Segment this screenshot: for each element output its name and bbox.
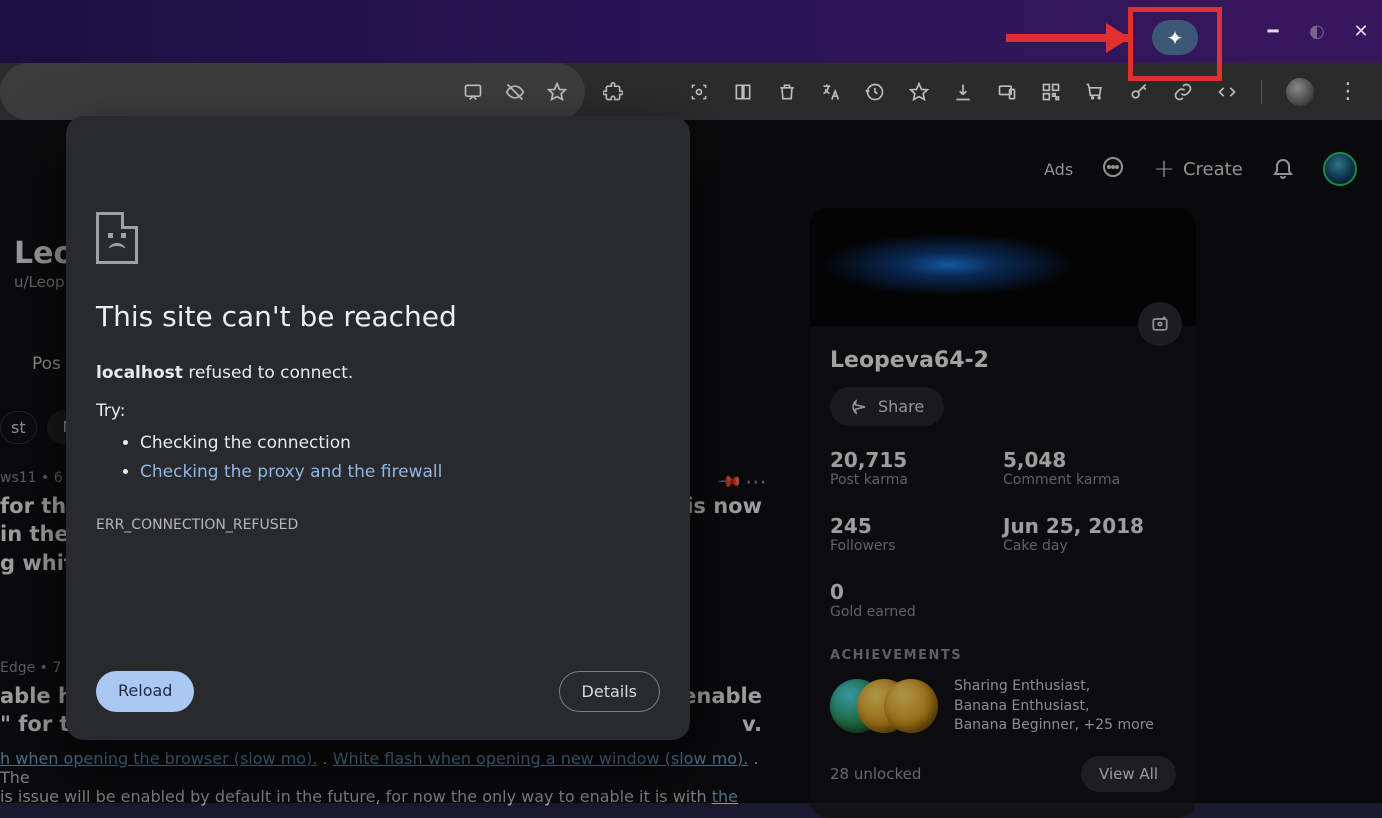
stat-followers: 245 Followers: [830, 514, 1003, 554]
achievements-header: ACHIEVEMENTS: [830, 648, 1176, 663]
stat-cake-day: Jun 25, 2018 Cake day: [1003, 514, 1176, 554]
code-icon[interactable]: [1217, 82, 1237, 102]
minimize-icon[interactable]: ━: [1264, 22, 1282, 40]
devices-icon[interactable]: [997, 82, 1017, 102]
cart-icon[interactable]: [1085, 82, 1105, 102]
error-suggestions: Checking the connection Checking the pro…: [140, 429, 660, 487]
error-heading: This site can't be reached: [96, 300, 660, 333]
toolbar-actions: ⋮: [603, 78, 1358, 106]
error-message: localhost refused to connect.: [96, 363, 660, 383]
ads-badge[interactable]: Ads: [1044, 160, 1073, 179]
stat-post-karma: 20,715 Post karma: [830, 448, 1003, 488]
achievement-badges: [830, 679, 938, 733]
site-top-actions: Ads +Create: [1044, 152, 1357, 186]
error-suggestion: Checking the proxy and the firewall: [140, 458, 660, 487]
post-link[interactable]: h when opening the browser (slow mo).: [0, 749, 317, 768]
share-button[interactable]: Share: [830, 387, 944, 426]
cast-icon[interactable]: [463, 82, 483, 102]
stats-grid: 20,715 Post karma 5,048 Comment karma 24…: [830, 448, 1176, 620]
key-icon[interactable]: [1129, 82, 1149, 102]
post-link[interactable]: White flash when opening a new window (s…: [333, 749, 749, 768]
user-avatar[interactable]: [1323, 152, 1357, 186]
chat-icon[interactable]: [1101, 155, 1125, 183]
post-body: h when opening the browser (slow mo). . …: [0, 749, 762, 806]
maximize-icon[interactable]: ◐: [1308, 22, 1326, 40]
trash-icon[interactable]: [777, 82, 797, 102]
sort-pill-cut[interactable]: st: [0, 411, 37, 444]
add-banner-icon[interactable]: [1138, 302, 1182, 346]
error-dialog: This site can't be reached localhost ref…: [66, 116, 690, 740]
sidecard-username: Leopeva64-2: [830, 348, 1176, 373]
menu-icon[interactable]: ⋮: [1338, 82, 1358, 102]
badge-icon: [884, 679, 938, 733]
proxy-link[interactable]: Checking the proxy and the firewall: [140, 462, 442, 482]
translate-icon[interactable]: [821, 82, 841, 102]
capture-icon[interactable]: [689, 82, 709, 102]
profile-banner: [810, 208, 1196, 326]
profile-tab-posts[interactable]: Pos: [32, 354, 61, 374]
notifications-icon[interactable]: [1271, 155, 1295, 183]
reload-button[interactable]: Reload: [96, 671, 194, 712]
favorite-star-icon[interactable]: [909, 82, 929, 102]
post-more-icon[interactable]: ⋯: [745, 470, 769, 495]
profile-avatar-icon[interactable]: [1286, 78, 1314, 106]
achievements-section: ACHIEVEMENTS Sharing Enthusiast, Banana …: [830, 648, 1176, 792]
qr-icon[interactable]: [1041, 82, 1061, 102]
link-icon[interactable]: [1173, 82, 1193, 102]
error-code: ERR_CONNECTION_REFUSED: [96, 517, 660, 533]
view-all-button[interactable]: View All: [1081, 756, 1176, 792]
download-icon[interactable]: [953, 82, 973, 102]
address-bar[interactable]: [0, 63, 585, 120]
achievements-unlocked: 28 unlocked: [830, 765, 921, 783]
annotation-highlight: [1128, 7, 1222, 81]
extensions-icon[interactable]: [603, 82, 623, 102]
profile-sidecard: Leopeva64-2 Share 20,715 Post karma 5,04…: [810, 208, 1196, 818]
visibility-off-icon[interactable]: [505, 82, 525, 102]
close-icon[interactable]: ✕: [1352, 22, 1370, 40]
star-icon[interactable]: [547, 82, 567, 102]
create-button[interactable]: +Create: [1153, 154, 1243, 184]
details-button[interactable]: Details: [559, 671, 660, 712]
stat-comment-karma: 5,048 Comment karma: [1003, 448, 1176, 488]
achievements-text: Sharing Enthusiast, Banana Enthusiast, B…: [954, 677, 1154, 736]
error-try-label: Try:: [96, 401, 660, 421]
annotation-arrow: [1006, 34, 1128, 42]
sad-page-icon: [96, 212, 138, 264]
history-icon[interactable]: [865, 82, 885, 102]
stat-gold: 0 Gold earned: [830, 580, 1003, 620]
reader-icon[interactable]: [733, 82, 753, 102]
error-suggestion: Checking the connection: [140, 429, 660, 458]
